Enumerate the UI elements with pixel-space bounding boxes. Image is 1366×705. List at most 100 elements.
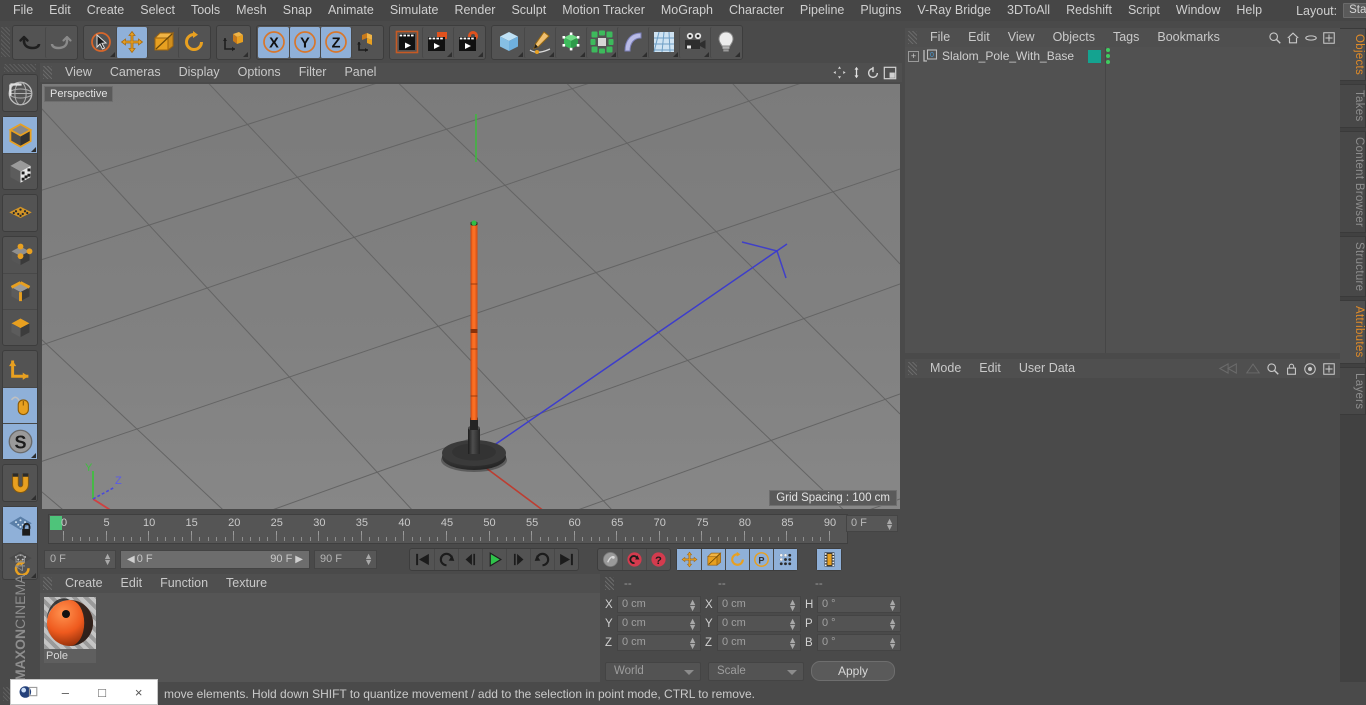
- submenu-corner-icon[interactable]: [611, 51, 616, 57]
- toolbar-bend-deformer-button[interactable]: [617, 26, 648, 58]
- timeline-autokeying-button[interactable]: [622, 548, 646, 570]
- spinner-icon[interactable]: ▲ ▼: [885, 517, 894, 532]
- toolbar-render-to-picture-viewer-button[interactable]: [422, 26, 453, 58]
- toolbar-subdivision-surface-button[interactable]: [555, 26, 586, 58]
- object-manager-body[interactable]: +0 Slalom_Pole_With_Base: [905, 47, 1340, 353]
- spinner-icon[interactable]: ▲ ▼: [688, 617, 697, 632]
- range-left-arrow-icon[interactable]: ◀: [127, 551, 135, 568]
- timeline-previous-frame-button[interactable]: [458, 548, 482, 570]
- menu-edit[interactable]: Edit: [41, 0, 79, 21]
- submenu-corner-icon[interactable]: [580, 51, 585, 57]
- spinner-icon[interactable]: ▲ ▼: [364, 551, 373, 566]
- vertical-tab-content-browser[interactable]: Content Browser: [1340, 130, 1366, 233]
- menu-render[interactable]: Render: [446, 0, 503, 21]
- submenu-corner-icon[interactable]: [31, 147, 36, 152]
- overlay-minimize-button[interactable]: –: [47, 680, 84, 704]
- timeline-ruler[interactable]: 0 5 10 15 20 25 30 35 40 45 50 55 60 65 70 75 80 85 90: [48, 514, 848, 544]
- timeline-keyframe-selection-button[interactable]: ?: [646, 548, 670, 570]
- material-menu-function[interactable]: Function: [151, 574, 217, 593]
- plus-box-icon[interactable]: [1322, 31, 1336, 45]
- toolbar-z-axis-button[interactable]: Z: [320, 26, 351, 58]
- toolbar-redo-button[interactable]: [45, 26, 76, 58]
- ellipse-icon[interactable]: [1304, 31, 1318, 45]
- timeline-parameter-key-button[interactable]: P: [749, 548, 773, 570]
- toolbar-mograph-cloner-button[interactable]: [586, 26, 617, 58]
- left-texture-axis-button[interactable]: [3, 75, 37, 111]
- left-workplane-lock-button[interactable]: [3, 507, 37, 543]
- plus-box-icon[interactable]: [1322, 362, 1336, 376]
- menu-window[interactable]: Window: [1168, 0, 1228, 21]
- submenu-corner-icon[interactable]: [478, 51, 483, 57]
- submenu-corner-icon[interactable]: [110, 51, 115, 57]
- overlay-maximize-button[interactable]: □: [84, 680, 121, 704]
- menu-help[interactable]: Help: [1228, 0, 1270, 21]
- toolbar-live-selection-button[interactable]: [85, 27, 116, 58]
- toolbar-light-button[interactable]: [710, 26, 741, 58]
- object-menu-file[interactable]: File: [921, 28, 959, 47]
- timeline-play-backwards-loop-button[interactable]: [434, 548, 458, 570]
- history-forward-icon[interactable]: [1245, 362, 1261, 375]
- timeline-go-to-end-button[interactable]: [554, 548, 578, 570]
- toolbar-undo-button[interactable]: [14, 27, 45, 58]
- rotate-view-icon[interactable]: [866, 66, 880, 80]
- vertical-tab-attributes[interactable]: Attributes: [1340, 300, 1366, 364]
- object-menu-objects[interactable]: Objects: [1044, 28, 1104, 47]
- timeline-play-loop-button[interactable]: [530, 548, 554, 570]
- toolbar-camera-button[interactable]: [679, 26, 710, 58]
- viewport-menu-filter[interactable]: Filter: [290, 63, 336, 82]
- left-toolbar-grip-handle[interactable]: [4, 64, 36, 72]
- menu-motion-tracker[interactable]: Motion Tracker: [554, 0, 653, 21]
- position-2-field[interactable]: 0 cm ▲ ▼: [617, 634, 701, 651]
- menu-mesh[interactable]: Mesh: [228, 0, 275, 21]
- rotation-1-field[interactable]: 0 ° ▲ ▼: [817, 615, 901, 632]
- toolbar-render-settings-button[interactable]: [453, 26, 484, 58]
- timeline-play-forwards-button[interactable]: [482, 548, 506, 570]
- lock-icon[interactable]: [1285, 362, 1298, 376]
- viewport-menu-view[interactable]: View: [56, 63, 101, 82]
- left-model-mode-button[interactable]: [3, 117, 37, 153]
- left-points-grid-button[interactable]: [3, 195, 37, 231]
- size-mode-dropdown[interactable]: Scale: [708, 661, 804, 681]
- menu-tools[interactable]: Tools: [183, 0, 228, 21]
- history-back-icon[interactable]: [1218, 362, 1240, 375]
- spinner-icon[interactable]: ▲ ▼: [788, 636, 797, 651]
- toolbar-cube-primitive-button[interactable]: [493, 27, 524, 58]
- material-manager-body[interactable]: Pole: [40, 593, 600, 686]
- toolbar-world-object-axis-button[interactable]: [351, 26, 382, 58]
- object-manager-grip-handle[interactable]: [908, 31, 917, 44]
- attribute-menu-edit[interactable]: Edit: [970, 359, 1010, 378]
- preview-range-slider[interactable]: ◀ 0 F 90 F ▶: [120, 549, 310, 569]
- toolbar-render-view-button[interactable]: [391, 27, 422, 58]
- left-snap-settings-button[interactable]: S: [3, 423, 37, 459]
- vertical-tab-structure[interactable]: Structure: [1340, 235, 1366, 298]
- timeline-next-frame-button[interactable]: [506, 548, 530, 570]
- vertical-tab-takes[interactable]: Takes: [1340, 84, 1366, 128]
- attribute-menu-user-data[interactable]: User Data: [1010, 359, 1084, 378]
- object-menu-view[interactable]: View: [999, 28, 1044, 47]
- spinner-icon[interactable]: ▲ ▼: [888, 617, 897, 632]
- vertical-tab-objects[interactable]: Objects: [1340, 28, 1366, 82]
- submenu-corner-icon[interactable]: [735, 51, 740, 57]
- left-texture-mode-button[interactable]: [3, 153, 37, 189]
- spinner-icon[interactable]: ▲ ▼: [103, 551, 112, 566]
- apply-button[interactable]: Apply: [811, 661, 895, 681]
- menu-simulate[interactable]: Simulate: [382, 0, 447, 21]
- menu-file[interactable]: File: [5, 0, 41, 21]
- left-viewport-solo-button[interactable]: [3, 387, 37, 423]
- toolbar-rotate-button[interactable]: [178, 26, 209, 58]
- start-frame-field[interactable]: 0 F ▲ ▼: [44, 549, 116, 569]
- menu-snap[interactable]: Snap: [275, 0, 320, 21]
- menu-character[interactable]: Character: [721, 0, 792, 21]
- coordinates-grip-handle[interactable]: [605, 577, 614, 590]
- submenu-corner-icon[interactable]: [31, 453, 36, 458]
- size-1-field[interactable]: 0 cm ▲ ▼: [717, 615, 801, 632]
- timeline-scale-key-button[interactable]: [701, 548, 725, 570]
- material-menu-create[interactable]: Create: [56, 574, 112, 593]
- timeline-go-to-start-button[interactable]: [410, 549, 434, 570]
- toolbar-dynamic-place-button[interactable]: [218, 27, 249, 58]
- object-name[interactable]: Slalom_Pole_With_Base: [942, 49, 1074, 63]
- spinner-icon[interactable]: ▲ ▼: [688, 636, 697, 651]
- spinner-icon[interactable]: ▲ ▼: [788, 617, 797, 632]
- spinner-icon[interactable]: ▲ ▼: [888, 598, 897, 613]
- submenu-corner-icon[interactable]: [518, 51, 523, 57]
